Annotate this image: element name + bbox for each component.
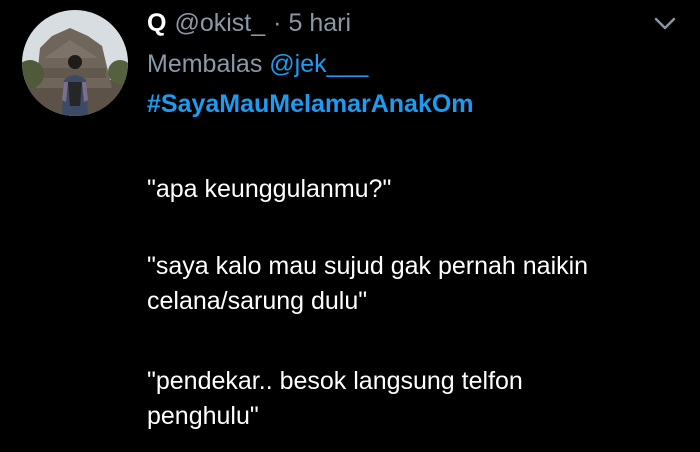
tweet-text-line-4: "pendekar.. besok langsung telfon [147, 367, 523, 395]
tweet: Q @okist_ · 5 hari Membalas @jek___ #Say… [0, 0, 700, 452]
tweet-header: Q @okist_ · 5 hari [147, 6, 351, 40]
separator-dot: · [273, 8, 282, 37]
tweet-text-line-5: penghulu" [147, 402, 259, 430]
display-name[interactable]: Q [147, 9, 166, 38]
timestamp[interactable]: 5 hari [288, 9, 351, 38]
reply-prefix: Membalas [147, 50, 263, 78]
tweet-text-line-1: "apa keunggulanmu?" [147, 175, 392, 203]
user-handle[interactable]: @okist_ [174, 9, 265, 38]
tweet-text-line-2: "saya kalo mau sujud gak pernah naikin [147, 252, 589, 280]
avatar-image [22, 10, 128, 116]
reply-mention-link[interactable]: @jek___ [269, 50, 368, 78]
hashtag-link[interactable]: #SayaMauMelamarAnakOm [147, 90, 474, 119]
tweet-text-line-3: celana/sarung dulu" [147, 287, 368, 315]
avatar[interactable] [22, 10, 128, 116]
reply-context: Membalas @jek___ [147, 50, 368, 79]
chevron-down-icon[interactable] [652, 10, 678, 36]
